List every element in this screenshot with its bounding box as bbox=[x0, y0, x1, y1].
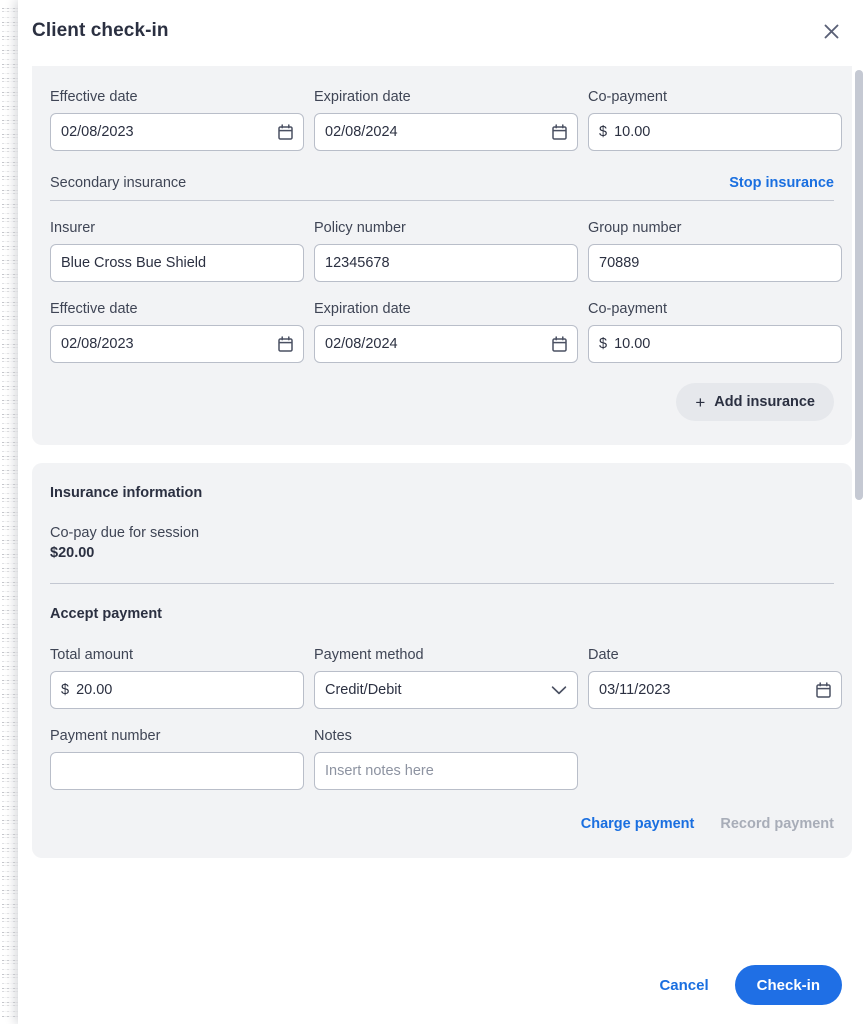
scrollbar-thumb[interactable] bbox=[855, 70, 863, 500]
value-total-amount: 20.00 bbox=[76, 682, 113, 698]
input-primary-effective-date[interactable]: 02/08/2023 bbox=[50, 113, 304, 151]
value-secondary-expiration-date: 02/08/2024 bbox=[325, 336, 398, 352]
calendar-icon[interactable] bbox=[816, 682, 831, 698]
input-payment-number[interactable] bbox=[50, 752, 304, 790]
payment-action-links: Charge payment Record payment bbox=[50, 816, 834, 832]
field-payment-date: Date 03/11/2023 bbox=[588, 646, 842, 709]
label-policy-number: Policy number bbox=[314, 220, 406, 236]
field-payment-number: Payment number bbox=[50, 727, 304, 790]
input-primary-expiration-date[interactable]: 02/08/2024 bbox=[314, 113, 578, 151]
label-total-amount: Total amount bbox=[50, 647, 134, 663]
currency-symbol: $ bbox=[599, 124, 608, 140]
modal-scrollbar[interactable] bbox=[854, 62, 864, 946]
calendar-icon[interactable] bbox=[278, 124, 293, 140]
field-primary-copayment: Co-payment $ 10.00 bbox=[588, 88, 842, 151]
field-total-amount: Total amount $ 20.00 bbox=[50, 646, 304, 709]
label-payment-date: Date bbox=[588, 647, 619, 663]
close-icon[interactable] bbox=[814, 14, 848, 48]
calendar-icon[interactable] bbox=[278, 336, 293, 352]
input-insurer[interactable]: Blue Cross Bue Shield bbox=[50, 244, 304, 282]
field-primary-effective-date: Effective date 02/08/2023 bbox=[50, 88, 304, 151]
modal-footer: Cancel Check-in bbox=[18, 946, 866, 1024]
add-insurance-row: + Add insurance bbox=[50, 383, 834, 421]
label-primary-copayment: Co-payment bbox=[588, 89, 667, 105]
field-policy-number: Policy number 12345678 bbox=[314, 219, 578, 282]
payment-details-row: Payment number Notes Insert notes here bbox=[50, 727, 834, 790]
field-insurer: Insurer Blue Cross Bue Shield bbox=[50, 219, 304, 282]
field-group-number: Group number 70889 bbox=[588, 219, 842, 282]
secondary-insurance-header: Secondary insurance Stop insurance bbox=[50, 169, 834, 200]
modal-header: Client check-in bbox=[18, 0, 866, 62]
calendar-icon[interactable] bbox=[552, 336, 567, 352]
input-policy-number[interactable]: 12345678 bbox=[314, 244, 578, 282]
value-primary-expiration-date: 02/08/2024 bbox=[325, 124, 398, 140]
secondary-insurance-dates-row: Effective date 02/08/2023 Expiration dat… bbox=[50, 300, 842, 363]
chevron-down-icon[interactable] bbox=[551, 685, 567, 696]
add-insurance-label: Add insurance bbox=[714, 394, 815, 410]
label-secondary-expiration-date: Expiration date bbox=[314, 301, 411, 317]
payment-card: Insurance information Co-pay due for ses… bbox=[32, 463, 852, 858]
label-insurer: Insurer bbox=[50, 220, 96, 236]
cancel-button[interactable]: Cancel bbox=[651, 971, 716, 1000]
label-primary-effective-date: Effective date bbox=[50, 89, 138, 105]
value-policy-number: 12345678 bbox=[325, 255, 390, 271]
input-secondary-copayment[interactable]: $ 10.00 bbox=[588, 325, 842, 363]
value-primary-copayment: 10.00 bbox=[614, 124, 651, 140]
plus-icon: + bbox=[695, 392, 706, 412]
checkin-button[interactable]: Check-in bbox=[734, 965, 842, 1005]
value-group-number: 70889 bbox=[599, 255, 640, 271]
select-payment-method[interactable]: Credit/Debit bbox=[314, 671, 578, 709]
client-checkin-modal: Client check-in Effective date 02/08/202… bbox=[18, 0, 866, 1024]
value-payment-date: 03/11/2023 bbox=[599, 682, 671, 698]
label-payment-number: Payment number bbox=[50, 728, 161, 744]
value-primary-effective-date: 02/08/2023 bbox=[61, 124, 134, 140]
input-secondary-effective-date[interactable]: 02/08/2023 bbox=[50, 325, 304, 363]
field-notes: Notes Insert notes here bbox=[314, 727, 578, 790]
input-notes[interactable]: Insert notes here bbox=[314, 752, 578, 790]
value-insurer: Blue Cross Bue Shield bbox=[61, 255, 207, 271]
input-group-number[interactable]: 70889 bbox=[588, 244, 842, 282]
accept-payment-title: Accept payment bbox=[50, 606, 163, 622]
divider bbox=[50, 200, 834, 201]
insurance-card: Effective date 02/08/2023 Expiration dat… bbox=[32, 66, 852, 445]
input-primary-copayment[interactable]: $ 10.00 bbox=[588, 113, 842, 151]
add-insurance-button[interactable]: + Add insurance bbox=[676, 383, 834, 421]
insurance-information-title: Insurance information bbox=[50, 485, 203, 501]
secondary-insurance-label: Secondary insurance bbox=[50, 175, 187, 191]
copay-due-label: Co-pay due for session bbox=[50, 525, 200, 541]
page-title: Client check-in bbox=[32, 20, 169, 41]
label-secondary-copayment: Co-payment bbox=[588, 301, 667, 317]
stop-insurance-link[interactable]: Stop insurance bbox=[729, 175, 834, 191]
primary-insurance-dates-row: Effective date 02/08/2023 Expiration dat… bbox=[50, 88, 842, 151]
label-primary-expiration-date: Expiration date bbox=[314, 89, 411, 105]
currency-symbol: $ bbox=[599, 336, 608, 352]
input-total-amount[interactable]: $ 20.00 bbox=[50, 671, 304, 709]
copay-due-value: $20.00 bbox=[50, 545, 95, 561]
currency-symbol: $ bbox=[61, 682, 70, 698]
calendar-icon[interactable] bbox=[552, 124, 567, 140]
background-page-text bbox=[2, 8, 18, 1018]
label-secondary-effective-date: Effective date bbox=[50, 301, 138, 317]
field-payment-method: Payment method Credit/Debit bbox=[314, 646, 578, 709]
accept-payment-row: Total amount $ 20.00 Payment method Cred… bbox=[50, 646, 842, 709]
input-secondary-expiration-date[interactable]: 02/08/2024 bbox=[314, 325, 578, 363]
value-secondary-copayment: 10.00 bbox=[614, 336, 651, 352]
input-payment-date[interactable]: 03/11/2023 bbox=[588, 671, 842, 709]
field-secondary-copayment: Co-payment $ 10.00 bbox=[588, 300, 842, 363]
modal-body: Effective date 02/08/2023 Expiration dat… bbox=[18, 62, 866, 946]
field-secondary-effective-date: Effective date 02/08/2023 bbox=[50, 300, 304, 363]
label-payment-method: Payment method bbox=[314, 647, 424, 663]
placeholder-notes: Insert notes here bbox=[325, 763, 434, 779]
secondary-insurance-identity-row: Insurer Blue Cross Bue Shield Policy num… bbox=[50, 219, 842, 282]
label-notes: Notes bbox=[314, 728, 352, 744]
value-secondary-effective-date: 02/08/2023 bbox=[61, 336, 134, 352]
divider bbox=[50, 583, 834, 584]
record-payment-link[interactable]: Record payment bbox=[720, 816, 834, 832]
field-primary-expiration-date: Expiration date 02/08/2024 bbox=[314, 88, 578, 151]
field-secondary-expiration-date: Expiration date 02/08/2024 bbox=[314, 300, 578, 363]
value-payment-method: Credit/Debit bbox=[325, 682, 402, 698]
label-group-number: Group number bbox=[588, 220, 682, 236]
charge-payment-link[interactable]: Charge payment bbox=[581, 816, 695, 832]
